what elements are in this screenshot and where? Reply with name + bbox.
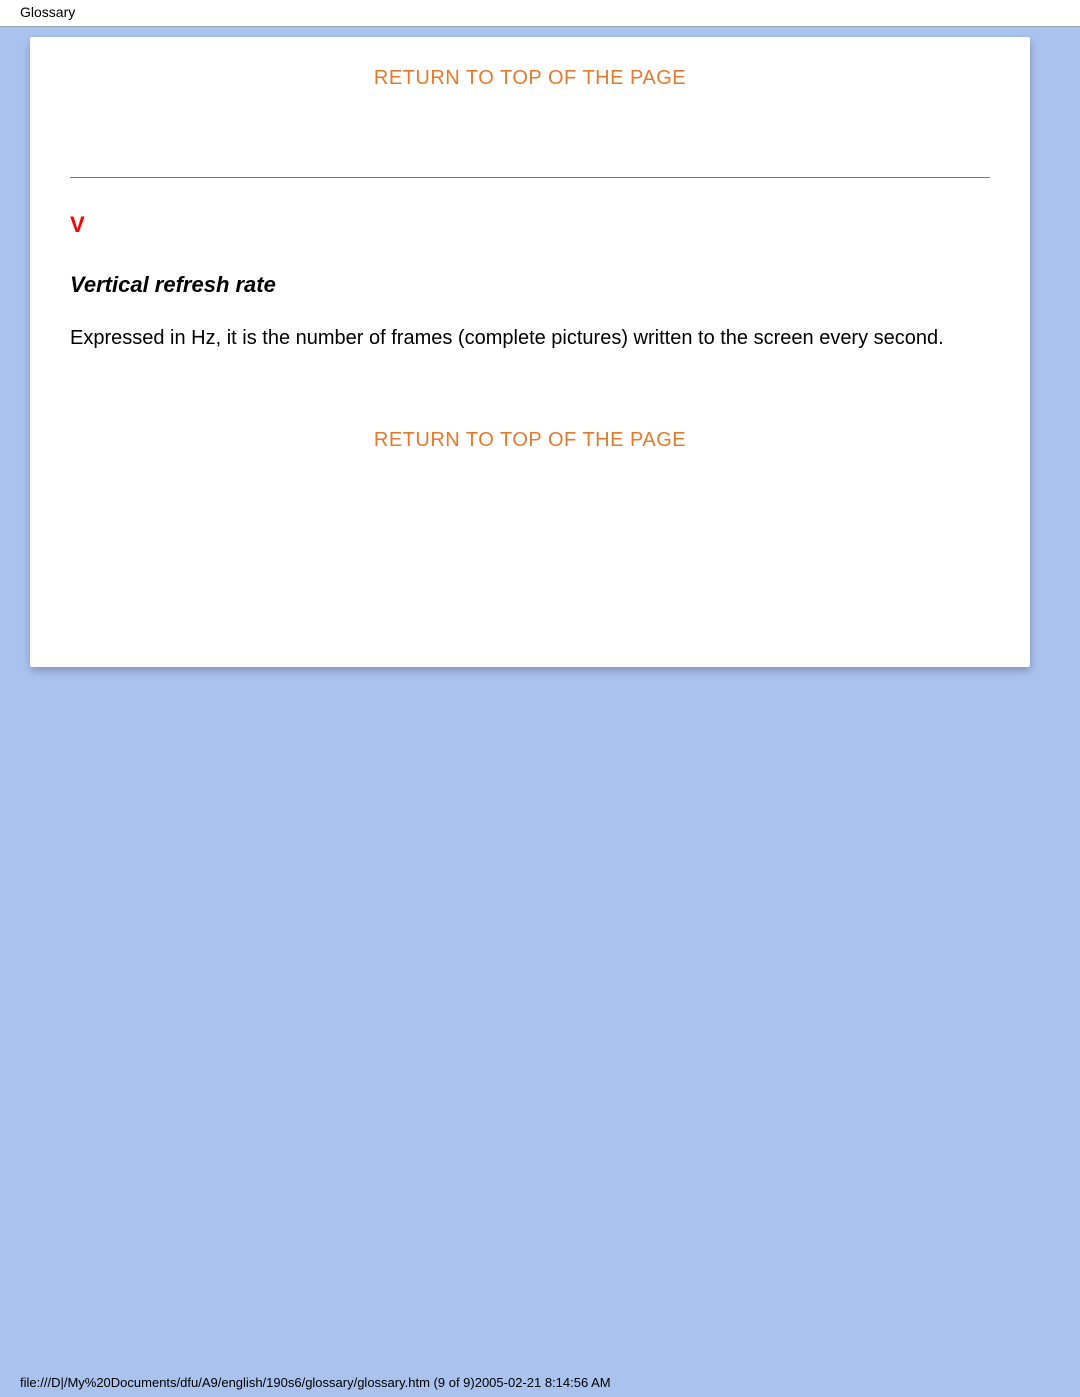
document-page: RETURN TO TOP OF THE PAGE V Vertical ref… xyxy=(30,37,1030,667)
return-to-top-link-lower[interactable]: RETURN TO TOP OF THE PAGE xyxy=(70,429,990,452)
glossary-term-title: Vertical refresh rate xyxy=(70,272,276,298)
glossary-section-letter: V xyxy=(70,212,85,238)
return-to-top-link-upper[interactable]: RETURN TO TOP OF THE PAGE xyxy=(70,67,990,90)
page-background: RETURN TO TOP OF THE PAGE V Vertical ref… xyxy=(0,27,1080,1397)
document-content: RETURN TO TOP OF THE PAGE V Vertical ref… xyxy=(70,37,990,667)
section-divider xyxy=(70,177,990,178)
status-bar-text: file:///D|/My%20Documents/dfu/A9/english… xyxy=(20,1375,611,1390)
page-title: Glossary xyxy=(0,0,75,20)
glossary-term-definition: Expressed in Hz, it is the number of fra… xyxy=(70,325,990,352)
window-header: Glossary xyxy=(0,0,1080,27)
